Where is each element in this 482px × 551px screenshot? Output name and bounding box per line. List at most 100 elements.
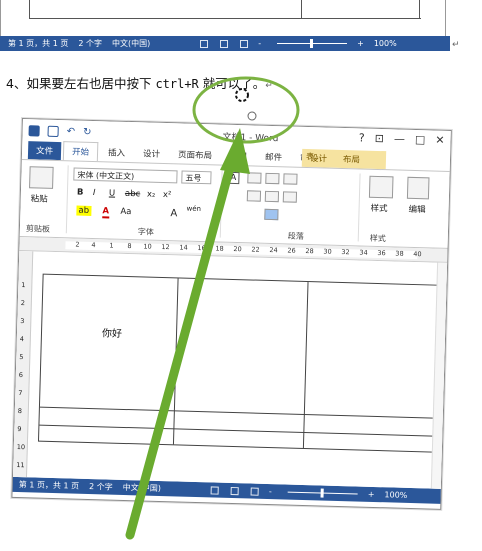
vruler-tick: 7 [18, 389, 23, 398]
ribbon-display-button[interactable]: ⊡ [375, 132, 385, 145]
strikethrough-button[interactable]: abc [125, 189, 141, 199]
paste-icon[interactable] [29, 166, 54, 189]
window-title: 文档1 - Word [222, 132, 279, 145]
table-tools-group: 表... 设计 布局 [301, 148, 387, 170]
help-button[interactable]: ? [359, 131, 365, 144]
vruler-tick: 2 [20, 299, 26, 308]
web-layout-icon[interactable] [250, 487, 260, 496]
instruction-text: 4、如果要左右也居中按下 ctrl+R 就可以了。↵ [6, 73, 273, 92]
status-language[interactable]: 中文(中国) [123, 482, 162, 494]
vruler-tick: 4 [19, 335, 25, 344]
print-layout-icon[interactable] [230, 486, 240, 495]
superscript-button[interactable]: x² [163, 190, 172, 200]
maximize-button[interactable]: □ [415, 133, 426, 146]
zoom-slider-knob[interactable] [310, 39, 314, 48]
zoom-level[interactable]: 100% [384, 490, 407, 500]
close-button[interactable]: ✕ [435, 134, 445, 147]
document-table[interactable]: 你好 [37, 273, 439, 453]
ruler-tick: 18 [215, 244, 224, 253]
table-row-border[interactable] [39, 424, 434, 437]
grow-font-button[interactable]: A [170, 208, 177, 219]
italic-button[interactable]: I [93, 188, 96, 198]
tab-table-layout[interactable]: 布局 [335, 150, 369, 169]
change-case-button[interactable]: Aa [120, 207, 131, 217]
document-area[interactable]: 1 2 3 4 5 6 7 8 9 10 11 你好 [12, 250, 448, 489]
tab-references[interactable]: 引用 [222, 147, 256, 166]
subscript-button[interactable]: x₂ [147, 190, 156, 200]
status-words[interactable]: 2 个字 [89, 481, 113, 493]
styles-icon[interactable] [368, 175, 394, 199]
window-controls: ? ⊡ — □ ✕ [359, 131, 445, 146]
paste-button[interactable]: 粘贴 [31, 192, 48, 204]
zoom-slider[interactable] [277, 39, 348, 48]
minimize-button[interactable]: — [394, 132, 405, 145]
zoom-slider-knob[interactable] [320, 488, 324, 498]
table-column-border[interactable] [302, 282, 309, 448]
tab-mailings[interactable]: 邮件 [257, 148, 291, 167]
tab-file[interactable]: 文件 [27, 141, 62, 161]
bold-button[interactable]: B [77, 188, 84, 198]
status-page[interactable]: 第 1 页，共 1 页 [19, 479, 80, 492]
ruler-tick: 2 [75, 240, 80, 249]
web-layout-icon[interactable] [240, 39, 249, 48]
table-row-border[interactable] [39, 406, 434, 419]
table-cell-text[interactable]: 你好 [102, 324, 122, 340]
save-icon[interactable] [47, 125, 59, 137]
highlight-button[interactable]: ab [76, 205, 92, 216]
clipboard-group-label: 剪贴板 [25, 224, 51, 234]
find-icon[interactable] [406, 176, 430, 200]
phonetic-guide-button[interactable]: wén [186, 205, 201, 213]
redo-icon[interactable]: ↻ [83, 126, 92, 137]
zoom-in-button[interactable]: + [368, 490, 375, 499]
tab-page-layout[interactable]: 页面布局 [170, 145, 220, 164]
status-language[interactable]: 中文(中国) [112, 38, 150, 49]
ruler-tick: 40 [413, 249, 422, 259]
borders-icon[interactable] [264, 208, 279, 221]
editing-button[interactable]: 编辑 [408, 203, 425, 215]
view-buttons [210, 485, 260, 496]
zoom-out-button[interactable]: - [258, 39, 261, 48]
font-size-select[interactable]: 五号 [181, 170, 212, 185]
tab-design[interactable]: 设计 [135, 144, 169, 163]
tab-insert[interactable]: 插入 [100, 143, 134, 162]
multilevel-list-icon[interactable] [283, 173, 298, 185]
vruler-tick: 6 [18, 371, 24, 380]
ruler-tick: 8 [127, 241, 132, 251]
ruler-tick: 30 [323, 247, 332, 256]
undo-icon[interactable]: ↶ [66, 126, 75, 137]
instruction-prefix: 4、如果要左右也居中按下 [6, 76, 156, 91]
vruler-tick: 10 [16, 442, 26, 452]
align-center-icon[interactable] [264, 190, 280, 203]
vruler-tick: 9 [17, 424, 22, 434]
return-mark: ↵ [265, 81, 273, 91]
underline-button[interactable]: U [109, 188, 116, 198]
ruler-tick: 1 [109, 241, 114, 250]
zoom-slider[interactable] [287, 488, 358, 498]
zoom-in-button[interactable]: + [357, 39, 364, 48]
zoom-out-button[interactable]: - [269, 487, 272, 496]
numbering-icon[interactable] [265, 172, 280, 185]
font-color-button[interactable]: A [102, 206, 110, 219]
vruler-tick: 5 [19, 353, 24, 362]
zoom-level[interactable]: 100% [374, 39, 397, 48]
bullets-icon[interactable] [247, 172, 262, 184]
ruler-tick: 24 [269, 245, 278, 255]
read-mode-icon[interactable] [200, 39, 209, 48]
char-border-button[interactable]: A [227, 171, 240, 185]
table-column-border[interactable] [172, 278, 179, 445]
status-page[interactable]: 第 1 页，共 1 页 [8, 38, 68, 49]
vruler-tick: 3 [20, 317, 25, 326]
read-mode-icon[interactable] [210, 485, 220, 495]
table-border [419, 0, 420, 18]
font-name-select[interactable]: 宋体 (中文正文) [73, 167, 178, 184]
vertical-ruler[interactable]: 1 2 3 4 5 6 7 8 9 10 11 [12, 250, 34, 478]
tab-home[interactable]: 开始 [62, 141, 99, 162]
styles-button[interactable]: 样式 [370, 202, 387, 214]
print-layout-icon[interactable] [220, 39, 229, 48]
status-bar-top: 第 1 页，共 1 页 2 个字 中文(中国) - + 100% [0, 36, 450, 51]
ruler-tick: 36 [377, 248, 386, 258]
table-border [29, 0, 30, 18]
status-words[interactable]: 2 个字 [78, 38, 102, 49]
align-left-icon[interactable] [246, 190, 262, 202]
align-right-icon[interactable] [282, 191, 298, 203]
